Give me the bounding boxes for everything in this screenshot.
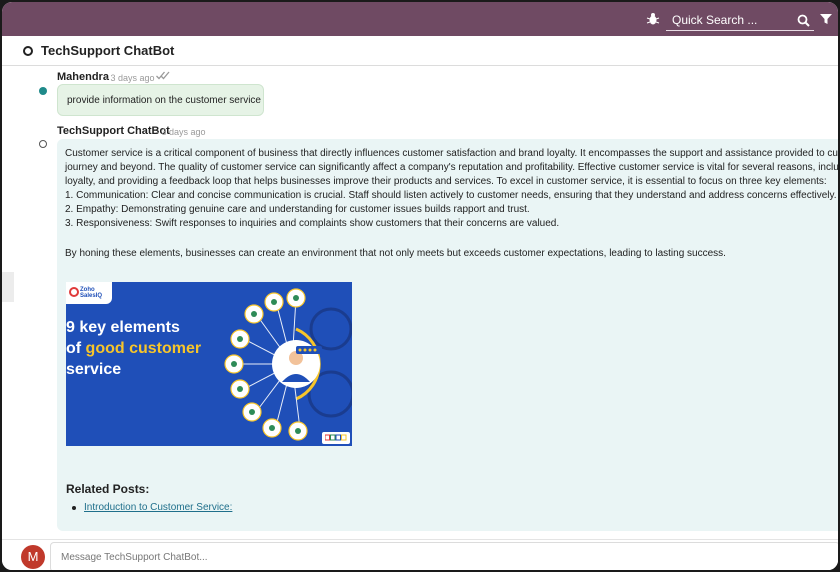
message-bubble: provide information on the customer serv… [57, 84, 264, 116]
filter-icon[interactable] [820, 13, 832, 25]
message-author[interactable]: Mahendra [57, 71, 109, 83]
message-line: loyalty, and providing a feedback loop t… [65, 176, 827, 187]
app-window: TechSupport ChatBot Mahendra - 3 days ag… [0, 0, 840, 572]
customer-service-illustration [224, 288, 352, 441]
message-time: - 3 days ago [105, 73, 155, 83]
offline-status-icon [39, 140, 47, 148]
message-line: 3. Responsiveness: Swift responses to in… [65, 218, 560, 229]
bug-icon[interactable] [646, 12, 660, 26]
double-check-icon [156, 71, 170, 80]
top-navbar [2, 2, 838, 36]
zoho-logo-icon [325, 434, 347, 441]
message-text: provide information on the customer serv… [67, 95, 261, 106]
side-scroll-handle[interactable] [2, 272, 14, 302]
message-author[interactable]: TechSupport ChatBot [57, 125, 170, 137]
search-icon[interactable] [797, 14, 810, 27]
channel-header: TechSupport ChatBot [2, 36, 838, 66]
related-post-link[interactable]: Introduction to Customer Service: [84, 502, 232, 513]
online-status-icon [39, 87, 47, 95]
logo-line-2: SalesIQ [80, 293, 103, 299]
message-time: - 3 days ago [156, 127, 206, 137]
salesiq-logo-icon [69, 287, 79, 297]
quick-search-input[interactable] [672, 11, 792, 29]
message-thread: Mahendra - 3 days ago provide informatio… [14, 67, 840, 539]
related-posts-heading: Related Posts: [66, 482, 150, 496]
message-closing: By honing these elements, businesses can… [65, 248, 726, 259]
image-heading-line-3: service [66, 361, 122, 378]
message-composer: M [2, 539, 838, 570]
image-heading-line-1: 9 key elements [66, 319, 180, 336]
quick-search [666, 9, 814, 31]
message-line: 1. Communication: Clear and concise comm… [65, 190, 837, 201]
image-heading-line-2: of good customer [66, 340, 202, 357]
avatar[interactable]: M [21, 545, 45, 569]
channel-title: TechSupport ChatBot [41, 43, 175, 58]
zoho-logo [322, 432, 350, 444]
article-image[interactable]: Zoho SalesIQ 9 key elements of good custo… [66, 282, 352, 446]
message-input[interactable] [50, 542, 838, 570]
message-bubble: Customer service is a critical component… [57, 139, 840, 531]
list-bullet [72, 506, 76, 510]
salesiq-logo: Zoho SalesIQ [66, 282, 112, 304]
message-line: Customer service is a critical component… [65, 148, 840, 159]
channel-status-icon [23, 46, 33, 56]
message-line: journey and beyond. The quality of custo… [65, 162, 840, 173]
message-line: 2. Empathy: Demonstrating genuine care a… [65, 204, 530, 215]
